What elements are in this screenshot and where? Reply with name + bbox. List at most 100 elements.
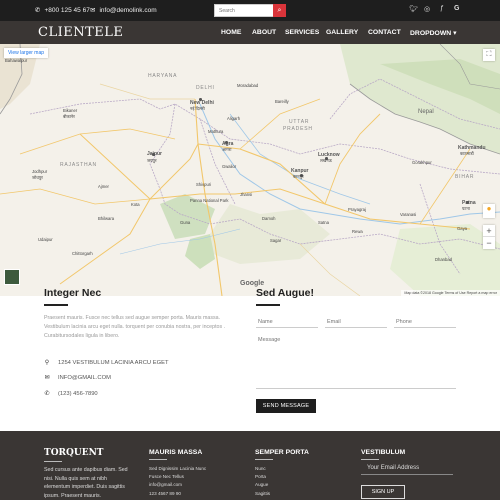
nav-dropdown-label: DROPDOWN: [410, 30, 452, 37]
title-underline: [44, 304, 68, 306]
map-label: Dhanbad: [435, 257, 452, 262]
map-label: Udaipur: [38, 237, 53, 242]
footer-divider: [149, 459, 167, 460]
newsletter-email-field[interactable]: Your Email Address: [361, 461, 453, 475]
zoom-in-button[interactable]: +: [483, 225, 495, 237]
signup-button[interactable]: SIGN UP: [361, 485, 405, 499]
top-email[interactable]: ✉ info@demolink.com: [90, 6, 157, 15]
map-label: Guna: [180, 220, 191, 225]
map-label: Ajmer: [98, 184, 109, 189]
footer-link[interactable]: Sagittis: [255, 490, 270, 498]
phone-field[interactable]: [394, 316, 456, 328]
site-logo[interactable]: CLIENTELE: [38, 25, 123, 40]
google-logo: Google: [240, 280, 265, 287]
map-label: Chittorgarh: [72, 251, 93, 256]
contact-email[interactable]: ✉ INFO@GMAIL.COM: [44, 374, 111, 382]
map-label: Panna National Park: [190, 198, 229, 203]
footer-link[interactable]: Porta: [255, 473, 270, 481]
send-message-button[interactable]: SEND MESSAGE: [256, 399, 316, 413]
map-label: बीकानेर: [63, 114, 75, 119]
footer-link[interactable]: Augue: [255, 481, 270, 489]
map-label: पटना: [462, 206, 470, 211]
contact-intro-text: Praesent mauris. Fusce nec tellus sed au…: [44, 315, 226, 339]
fullscreen-icon[interactable]: ⛶: [483, 49, 495, 61]
map-label: UTTAR: [289, 119, 310, 125]
footer-link[interactable]: Sed Dignissim Lacinia Nunc: [149, 465, 206, 473]
map-label: Gorakhpur: [412, 160, 432, 165]
nav-item-gallery[interactable]: GALLERY: [326, 29, 358, 36]
contact-address: ⚲ 1254 VESTIBULUM LACINIA ARCU EGET: [44, 359, 169, 367]
zoom-controls: + −: [483, 225, 495, 249]
envelope-icon: ✉: [90, 7, 96, 14]
map-label: Jodhpur: [32, 169, 48, 174]
map-label: Sagar: [270, 238, 282, 243]
map-label: आगरा: [222, 147, 232, 152]
google-map[interactable]: View larger map ⛶ Bahawalpur HARYANA DEL…: [0, 44, 500, 296]
instagram-icon[interactable]: ◎: [424, 5, 430, 13]
top-email-text[interactable]: info@demolink.com: [99, 7, 156, 14]
top-bar: ✆ +800 125 45 67 ✉ info@demolink.com ⌕ 🐦…: [0, 0, 500, 21]
map-label: Prayagraj: [348, 207, 366, 212]
street-view-pegman-icon[interactable]: ●: [483, 204, 495, 218]
search-input[interactable]: [215, 5, 274, 16]
contact-phone: ✆ (123) 456-7890: [44, 390, 98, 398]
footer-col3-list: Nunc Porta Augue Sagittis: [255, 465, 270, 498]
footer-divider: [361, 459, 379, 460]
map-label: Rewa: [352, 229, 363, 234]
map-attribution[interactable]: Map data ©2018 Google Terms of Use Repor…: [401, 290, 500, 296]
footer-divider: [44, 461, 62, 462]
map-marker-icon: ⚲: [44, 360, 50, 366]
contact-form-title: Sed Augue!: [256, 287, 314, 299]
map-label: कानपुर: [293, 174, 304, 179]
footer-brand-text: Sed cursus ante dapibus diam. Sed nisi. …: [44, 467, 128, 499]
map-label: HARYANA: [148, 73, 178, 79]
facebook-icon[interactable]: ƒ: [440, 5, 444, 12]
footer-col4-title: VESTIBULUM: [361, 449, 406, 456]
footer-link[interactable]: Fusce Nec Tellus: [149, 473, 206, 481]
map-label: Kota: [131, 202, 140, 207]
contact-info-title: Integer Nec: [44, 287, 102, 299]
title-underline: [256, 304, 280, 306]
satellite-toggle[interactable]: [4, 269, 20, 285]
message-field[interactable]: [256, 334, 456, 389]
map-label: BIHAR: [455, 174, 475, 180]
map-label: लखनऊ: [320, 158, 332, 163]
name-field[interactable]: [256, 316, 318, 328]
nav-item-contact[interactable]: CONTACT: [368, 29, 401, 36]
footer-col3-title: SEMPER PORTA: [255, 449, 309, 456]
search-box: ⌕: [214, 4, 286, 17]
search-button[interactable]: ⌕: [273, 4, 286, 17]
map-label: Mathura: [208, 129, 224, 134]
zoom-out-button[interactable]: −: [483, 237, 495, 249]
contact-phone-text: (123) 456-7890: [58, 390, 98, 397]
map-label: Aligarh: [227, 116, 241, 121]
map-label: Gaya: [457, 226, 468, 231]
footer-col2-title: MAURIS MASSA: [149, 449, 203, 456]
map-graphics: [0, 44, 500, 296]
map-label: RAJASTHAN: [60, 162, 97, 168]
view-larger-map-link[interactable]: View larger map: [4, 48, 49, 58]
nav-item-dropdown[interactable]: DROPDOWN ▾: [410, 29, 456, 37]
map-label: PRADESH: [283, 126, 313, 132]
twitter-icon[interactable]: 🐦︎: [409, 5, 418, 13]
map-label: Bhilwara: [98, 216, 115, 221]
map-label: DELHI: [196, 85, 215, 91]
nav-item-services[interactable]: SERVICES: [285, 29, 319, 36]
top-phone: ✆ +800 125 45 67: [35, 6, 90, 15]
footer-link[interactable]: Nunc: [255, 465, 270, 473]
footer-link[interactable]: info@gmail.com: [149, 481, 206, 489]
envelope-icon: ✉: [44, 375, 50, 381]
phone-icon: ✆: [35, 7, 41, 14]
map-label: नई दिल्ली: [190, 106, 205, 111]
email-field[interactable]: [325, 316, 387, 328]
contact-email-text[interactable]: INFO@GMAIL.COM: [58, 375, 111, 381]
nav-item-about[interactable]: ABOUT: [252, 29, 276, 36]
footer-brand: TORQUENT: [44, 448, 104, 458]
map-label: Moradabad: [237, 83, 259, 88]
google-icon[interactable]: G: [454, 5, 459, 12]
map-label: Jhansi: [240, 192, 253, 197]
nav-item-home[interactable]: HOME: [221, 29, 241, 36]
search-icon: ⌕: [277, 7, 282, 14]
map-label: काठमाडौं: [460, 151, 474, 156]
chevron-down-icon: ▾: [453, 30, 457, 37]
